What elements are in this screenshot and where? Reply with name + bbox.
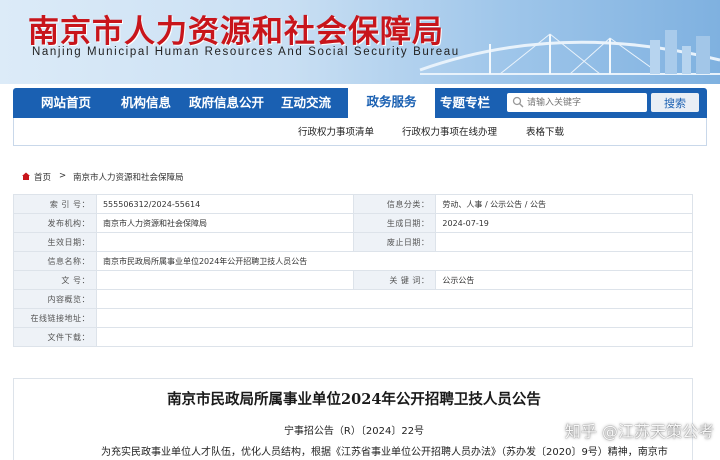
table-row: 文件下载： bbox=[13, 327, 694, 347]
search-input[interactable] bbox=[527, 93, 645, 112]
table-row: 发布机构： 南京市人力资源和社会保障局 生成日期： 2024-07-19 bbox=[13, 213, 693, 233]
label-doc-no: 文 号： bbox=[13, 270, 97, 290]
nav-organization[interactable]: 机构信息 bbox=[121, 88, 171, 118]
subnav-power-list[interactable]: 行政权力事项清单 bbox=[298, 124, 374, 138]
search-box bbox=[507, 93, 647, 112]
main-nav: 网站首页 机构信息 政府信息公开 互动交流 政务服务 专题专栏 搜索 bbox=[13, 85, 707, 118]
label-summary: 内容概览： bbox=[13, 289, 97, 309]
subnav-form-download[interactable]: 表格下载 bbox=[526, 124, 564, 138]
sub-nav: 行政权力事项清单 行政权力事项在线办理 表格下载 bbox=[13, 118, 707, 146]
document-info-table: 索 引 号： 555506312/2024-55614 信息分类： 劳动、人事 … bbox=[13, 194, 694, 347]
value-info-name: 南京市民政局所属事业单位2024年公开招聘卫技人员公告 bbox=[95, 251, 694, 271]
label-online-link: 在线链接地址： bbox=[13, 308, 97, 328]
value-category: 劳动、人事 / 公示公告 / 公告 bbox=[435, 194, 693, 214]
label-info-name: 信息名称： bbox=[13, 251, 97, 271]
value-keywords: 公示公告 bbox=[435, 270, 693, 290]
search-button[interactable]: 搜索 bbox=[651, 93, 699, 112]
value-doc-no bbox=[95, 270, 354, 290]
table-row: 生效日期： 废止日期： bbox=[13, 232, 693, 252]
breadcrumb-home[interactable]: 首页 bbox=[34, 171, 51, 183]
table-row: 在线链接地址： bbox=[13, 308, 694, 328]
table-row: 信息名称： 南京市民政局所属事业单位2024年公开招聘卫技人员公告 bbox=[13, 251, 694, 271]
value-online-link[interactable] bbox=[95, 308, 694, 328]
nav-gov-services[interactable]: 政务服务 bbox=[348, 85, 435, 118]
label-repeal-date: 废止日期： bbox=[352, 232, 437, 252]
zhihu-watermark: 知乎 @江苏天策公考 bbox=[564, 422, 714, 441]
value-created-date: 2024-07-19 bbox=[435, 213, 693, 233]
site-banner: 南京市人力资源和社会保障局 Nanjing Municipal Human Re… bbox=[0, 0, 720, 84]
subnav-online-handling[interactable]: 行政权力事项在线办理 bbox=[402, 124, 497, 138]
value-effective-date bbox=[95, 232, 354, 252]
table-row: 文 号： 关 键 词： 公示公告 bbox=[13, 270, 693, 290]
label-effective-date: 生效日期： bbox=[13, 232, 97, 252]
nav-home[interactable]: 网站首页 bbox=[41, 88, 91, 118]
search-icon bbox=[512, 96, 524, 108]
breadcrumb: 首页 > 南京市人力资源和社会保障局 bbox=[13, 168, 707, 186]
value-publisher: 南京市人力资源和社会保障局 bbox=[95, 213, 354, 233]
label-created-date: 生成日期： bbox=[352, 213, 437, 233]
article-body-text: 为充实民政事业单位人才队伍，优化人员结构，根据《江苏省事业单位公开招聘人员办法》… bbox=[101, 447, 668, 458]
value-summary bbox=[95, 289, 694, 309]
value-index-no: 555506312/2024-55614 bbox=[95, 194, 354, 214]
nav-interaction[interactable]: 互动交流 bbox=[281, 88, 331, 118]
nav-gov-info[interactable]: 政府信息公开 bbox=[189, 88, 264, 118]
label-file-download: 文件下载： bbox=[13, 327, 97, 347]
value-file-download[interactable] bbox=[95, 327, 694, 347]
breadcrumb-separator: > bbox=[59, 171, 67, 181]
value-repeal-date bbox=[435, 232, 693, 252]
label-index-no: 索 引 号： bbox=[13, 194, 97, 214]
site-title: 南京市人力资源和社会保障局 bbox=[28, 14, 444, 50]
bridge-skyline-graphic bbox=[419, 30, 720, 75]
label-category: 信息分类： bbox=[352, 194, 437, 214]
nav-topics[interactable]: 专题专栏 bbox=[440, 88, 490, 118]
label-keywords: 关 键 词： bbox=[352, 270, 437, 290]
home-icon bbox=[22, 172, 30, 180]
article-title: 南京市民政局所属事业单位2024年公开招聘卫技人员公告 bbox=[167, 391, 541, 408]
site-subtitle: Nanjing Municipal Human Resources And So… bbox=[32, 46, 460, 58]
breadcrumb-current[interactable]: 南京市人力资源和社会保障局 bbox=[73, 171, 184, 183]
table-row: 内容概览： bbox=[13, 289, 694, 309]
label-publisher: 发布机构： bbox=[13, 213, 97, 233]
table-row: 索 引 号： 555506312/2024-55614 信息分类： 劳动、人事 … bbox=[13, 194, 693, 214]
